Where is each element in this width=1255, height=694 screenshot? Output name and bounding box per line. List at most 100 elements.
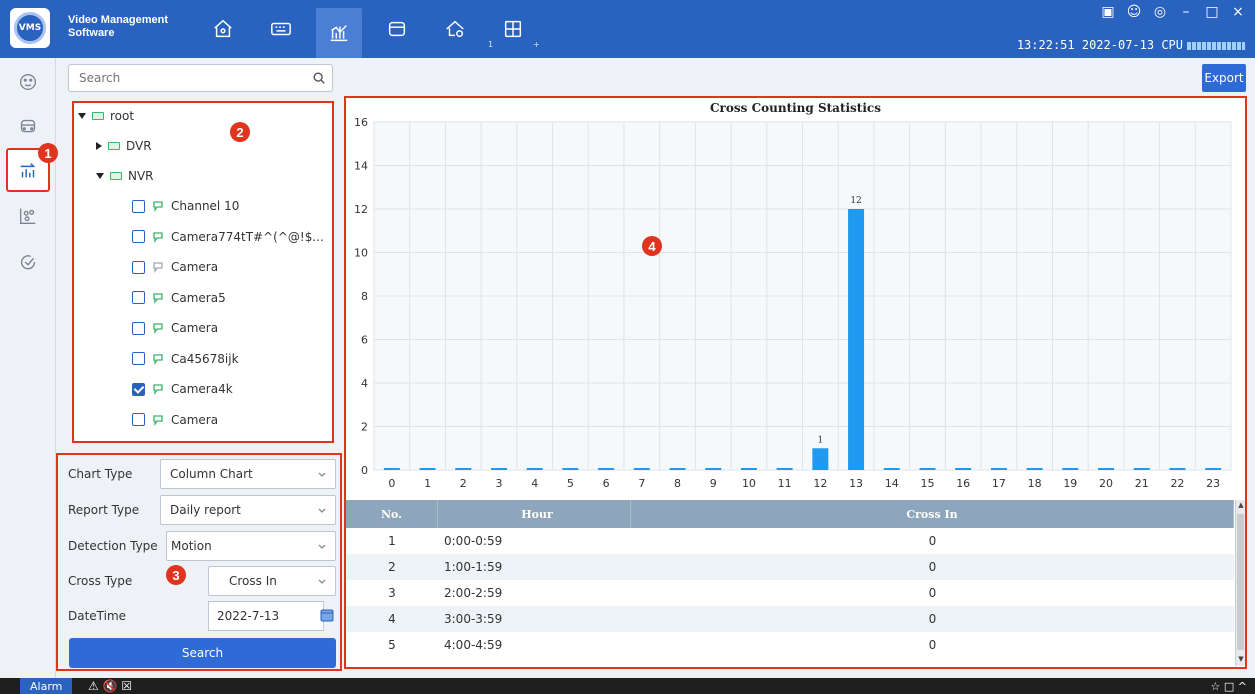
channel-checkbox[interactable] (132, 291, 145, 304)
search-field[interactable] (68, 64, 333, 92)
chart-type-select[interactable]: Column Chart (160, 459, 336, 489)
vehicle-icon (20, 119, 36, 133)
status-icons[interactable]: ⚠ 🔇 ☒ (88, 678, 132, 694)
channel-checkbox[interactable] (132, 199, 145, 213)
scroll-down-arrow[interactable]: ▼ (1236, 654, 1246, 664)
nav-home[interactable] (200, 8, 246, 50)
table-row[interactable]: 4 3:00-3:59 0 (346, 606, 1234, 632)
face-icon (19, 73, 37, 91)
channel-checkbox[interactable] (132, 321, 145, 335)
cell-cross-in: 0 (928, 586, 937, 600)
rail-vehicle[interactable] (6, 104, 50, 148)
x-tick-label: 17 (992, 477, 1006, 490)
channel-checkbox[interactable] (132, 382, 145, 396)
top-nav (200, 8, 548, 58)
tree-channel-item[interactable]: Camera774tT#^(^@!$... (132, 226, 324, 248)
x-tick-label: 2 (460, 477, 467, 490)
minimize-button[interactable]: – (1177, 4, 1195, 20)
x-tick-label: 13 (849, 477, 863, 490)
table-row[interactable]: 5 4:00-4:59 0 (346, 632, 1234, 658)
storage-icon (388, 21, 406, 37)
cell-no: 3 (388, 586, 396, 600)
cell-hour: 1:00-1:59 (444, 560, 503, 574)
x-tick-label: 10 (742, 477, 756, 490)
tree-node-label: NVR (128, 169, 154, 183)
channel-checkbox[interactable] (132, 230, 145, 243)
chevron-down-icon (318, 472, 326, 477)
x-tick-label: 4 (531, 477, 538, 490)
tree-node-nvr[interactable]: NVR (96, 165, 154, 187)
maximize-button[interactable]: □ (1203, 4, 1221, 20)
datetime-input[interactable]: 2022-7-13 (208, 601, 324, 631)
annotation-badge-2: 2 (230, 122, 250, 142)
table-row[interactable]: 2 1:00-1:59 0 (346, 554, 1234, 580)
channel-checkbox[interactable] (132, 413, 145, 426)
close-button[interactable]: × (1229, 4, 1247, 20)
channel-checkbox[interactable] (132, 260, 145, 274)
tree-channel-item[interactable]: Camera5 (132, 287, 226, 309)
tree-node-root[interactable]: root (78, 105, 134, 127)
rail-heat-map[interactable] (6, 194, 50, 238)
search-input[interactable] (69, 65, 299, 91)
tree-channel-item[interactable]: Camera (132, 409, 218, 431)
cell-no: 1 (388, 534, 396, 548)
tree-node-dvr[interactable]: DVR (96, 135, 152, 157)
export-button[interactable]: Export (1202, 64, 1246, 92)
header-cross-in[interactable]: Cross In (631, 500, 1234, 528)
report-type-label: Report Type (68, 503, 140, 517)
channel-label: Camera (171, 412, 219, 427)
header-hour[interactable]: Hour (438, 500, 631, 528)
device-tree: root DVR NVR Channel 10 Camera774tT#^(^@!… (72, 101, 334, 443)
x-tick-label: 18 (1028, 477, 1042, 490)
report-type-select[interactable]: Daily report (160, 495, 336, 525)
search-button[interactable]: Search (69, 638, 336, 668)
table-row[interactable]: 3 2:00-2:59 0 (346, 580, 1234, 606)
annotation-badge-3: 3 (166, 565, 186, 585)
info-icon[interactable]: ◎ (1151, 4, 1169, 20)
app-title-line1: Video Management (68, 14, 169, 26)
tree-channel-item[interactable]: Channel 10 (132, 195, 239, 217)
nav-keyboard[interactable] (258, 8, 304, 50)
screenshot-icon[interactable]: ▣ (1099, 4, 1117, 20)
y-tick-label: 16 (354, 116, 368, 129)
tree-channel-item[interactable]: Camera (132, 256, 218, 278)
channel-checkbox[interactable] (132, 352, 145, 365)
search-icon[interactable] (312, 71, 326, 85)
user-icon[interactable]: ☺ (1125, 4, 1143, 20)
collapse-icon[interactable] (78, 113, 86, 119)
expand-icon[interactable] (96, 142, 102, 150)
cross-type-select[interactable]: Cross In (208, 566, 336, 596)
nav-layout[interactable] (490, 8, 536, 50)
x-tick-label: 12 (813, 477, 827, 490)
tree-node-label: root (110, 109, 135, 123)
calendar-icon[interactable] (320, 608, 334, 622)
tree-channel-item[interactable]: Camera (132, 317, 218, 339)
detection-type-label: Detection Type (68, 539, 158, 553)
bar (848, 209, 865, 470)
x-tick-label: 16 (956, 477, 970, 490)
tree-channel-item[interactable]: Ca45678ijk (132, 348, 239, 370)
cell-cross-in: 0 (928, 638, 937, 652)
table-row[interactable]: 1 0:00-0:59 0 (346, 528, 1234, 554)
x-tick-label: 23 (1206, 477, 1220, 490)
scroll-thumb[interactable] (1237, 514, 1244, 650)
nav-storage[interactable] (374, 8, 420, 50)
rail-face-detection[interactable] (6, 60, 50, 104)
home-icon (214, 19, 232, 38)
table-scrollbar[interactable]: ▲ ▼ (1235, 500, 1245, 666)
header-no[interactable]: No. (346, 500, 438, 528)
nav-device-settings[interactable] (432, 8, 478, 50)
status-clock: 13:22:51 2022-07-13 CPU (1017, 38, 1245, 52)
nav-statistics[interactable] (316, 8, 362, 58)
x-tick-label: 14 (885, 477, 899, 490)
cell-no: 4 (388, 612, 396, 626)
y-tick-label: 10 (354, 247, 368, 260)
tree-channel-item[interactable]: Camera4k (132, 378, 233, 400)
detection-type-select[interactable]: Motion (166, 531, 336, 561)
bottom-right-icons[interactable]: ☆ □ ^ (1211, 678, 1247, 694)
alarm-button[interactable]: Alarm (20, 678, 73, 694)
camera-icon (153, 262, 163, 273)
rail-status-check[interactable] (6, 240, 50, 284)
scroll-up-arrow[interactable]: ▲ (1236, 500, 1246, 510)
collapse-icon[interactable] (96, 173, 104, 179)
